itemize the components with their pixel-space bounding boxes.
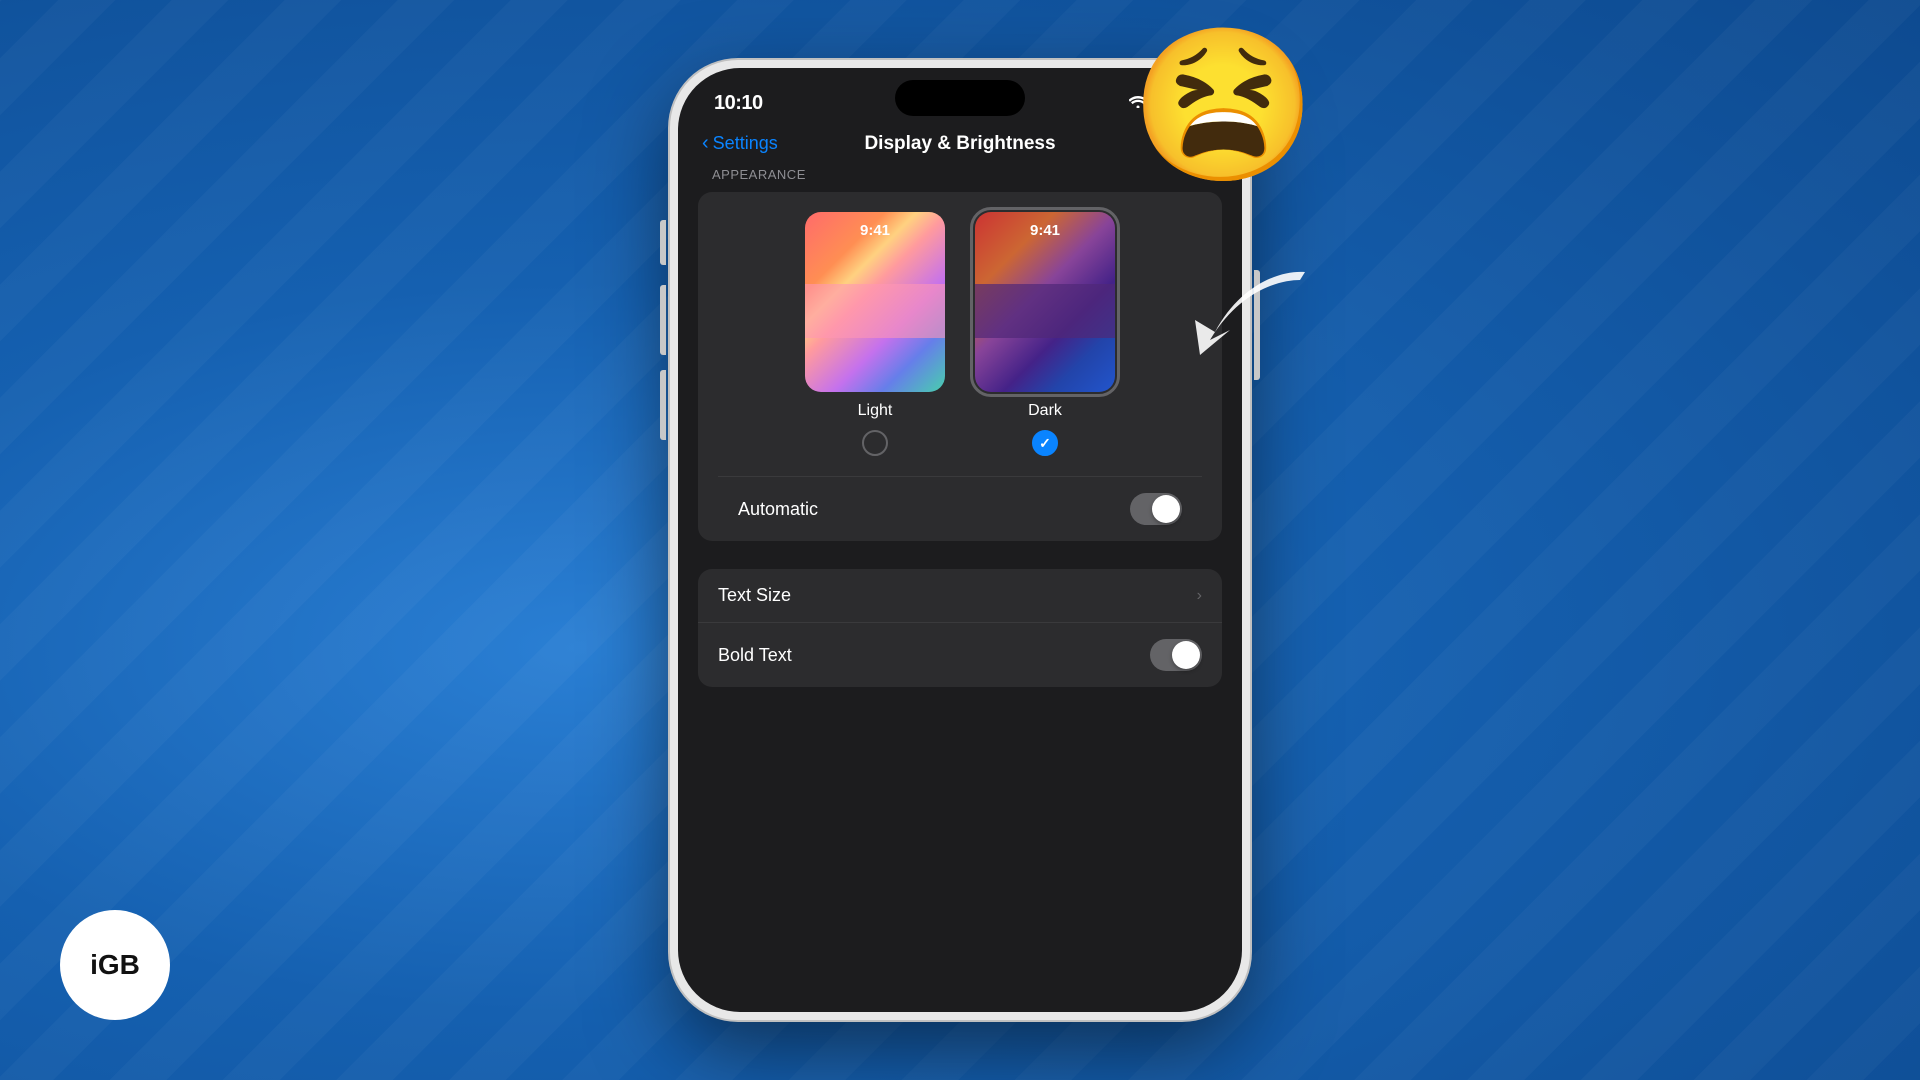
automatic-toggle[interactable] — [1130, 493, 1182, 525]
text-size-chevron-icon: › — [1197, 587, 1202, 605]
phone-device: 😫 10:10 — [670, 60, 1250, 1020]
text-size-row[interactable]: Text Size › — [698, 569, 1222, 623]
status-icons: 5G — [1129, 94, 1206, 112]
light-mode-label: Light — [858, 402, 893, 420]
bold-text-toggle-knob — [1172, 641, 1200, 669]
toggle-knob — [1152, 495, 1180, 523]
back-label: Settings — [713, 133, 778, 154]
volume-down-button — [660, 370, 666, 440]
light-mode-option[interactable]: 9:41 Light — [805, 212, 945, 456]
settings-content: APPEARANCE 9:41 Light — [678, 167, 1242, 695]
automatic-row: Automatic — [718, 476, 1202, 541]
bold-text-toggle[interactable] — [1150, 639, 1202, 671]
bold-text-row: Bold Text — [698, 623, 1222, 687]
appearance-options: 9:41 Light 9:41 Dark — [718, 212, 1202, 476]
text-size-label: Text Size — [718, 585, 791, 606]
igb-logo: iGB — [60, 910, 170, 1020]
power-button — [1254, 270, 1260, 380]
dark-mode-radio[interactable] — [1032, 430, 1058, 456]
text-size-chevron-wrap: › — [1197, 587, 1202, 605]
automatic-label: Automatic — [738, 499, 818, 520]
light-preview-time: 9:41 — [860, 222, 890, 239]
bold-text-label: Bold Text — [718, 645, 792, 666]
display-settings-list: Text Size › Bold Text — [698, 569, 1222, 687]
back-chevron-icon: ‹ — [702, 132, 709, 155]
wifi-icon — [1129, 94, 1147, 112]
dynamic-island — [895, 80, 1025, 116]
phone-outer: 10:10 5G — [670, 60, 1250, 1020]
dark-mode-label: Dark — [1028, 402, 1062, 420]
battery-icon — [1180, 96, 1206, 110]
volume-up-button — [660, 285, 666, 355]
status-time: 10:10 — [714, 92, 763, 115]
dark-preview-thumbnail: 9:41 — [975, 212, 1115, 392]
page-title: Display & Brightness — [864, 133, 1055, 155]
mute-button — [660, 220, 666, 265]
appearance-card: 9:41 Light 9:41 Dark — [698, 192, 1222, 541]
dark-mode-option[interactable]: 9:41 Dark — [975, 212, 1115, 456]
appearance-section-label: APPEARANCE — [698, 167, 1222, 192]
dark-preview-time: 9:41 — [1030, 222, 1060, 239]
back-button[interactable]: ‹ Settings — [702, 132, 778, 155]
signal-icon: 5G — [1155, 96, 1172, 111]
navigation-bar: ‹ Settings Display & Brightness — [678, 124, 1242, 167]
light-mode-radio[interactable] — [862, 430, 888, 456]
light-preview-thumbnail: 9:41 — [805, 212, 945, 392]
phone-screen: 10:10 5G — [678, 68, 1242, 1012]
